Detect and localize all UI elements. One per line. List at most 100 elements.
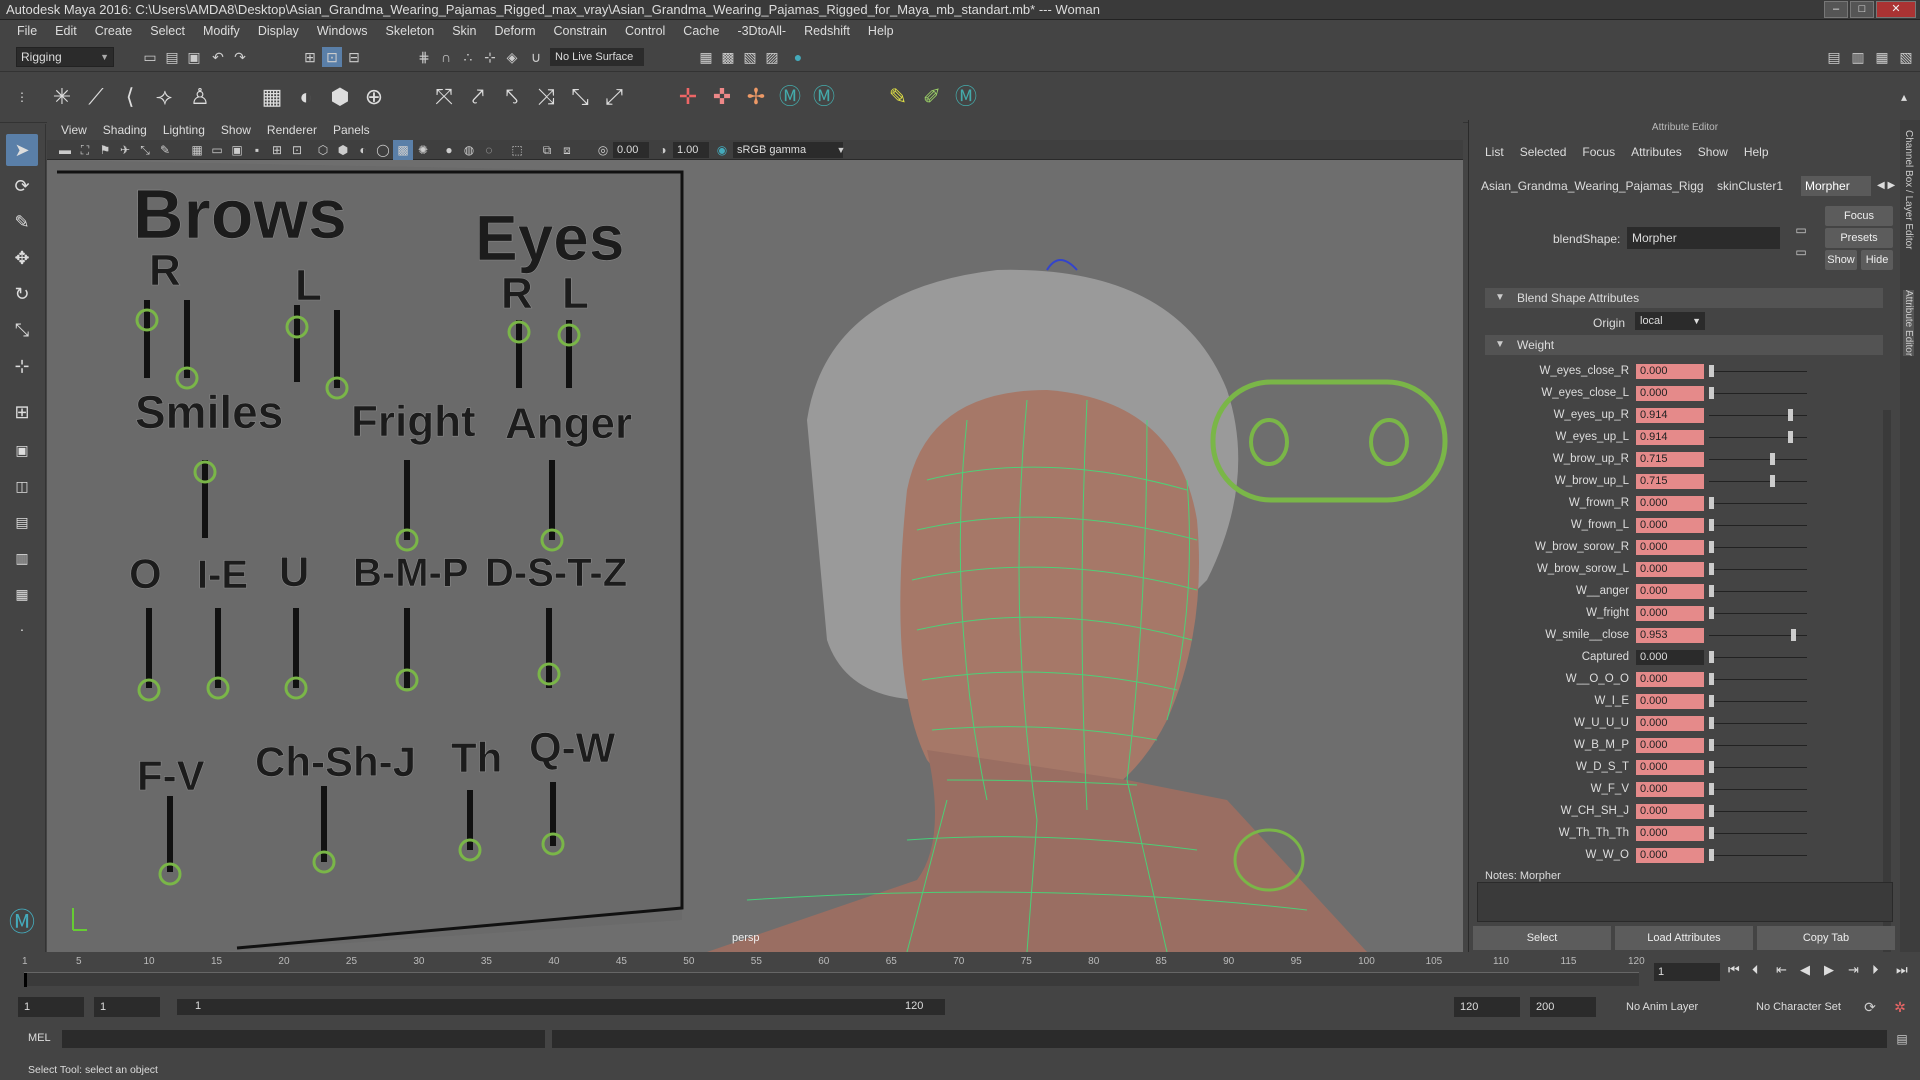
go-to-start-icon[interactable]: ⏮	[1728, 962, 1740, 978]
shadows-icon[interactable]: ●	[439, 140, 459, 160]
close-button[interactable]: ✕	[1876, 1, 1916, 18]
select-tool-icon[interactable]: ➤	[6, 134, 38, 166]
maximize-button[interactable]: □	[1850, 1, 1874, 18]
weight-slider-handle[interactable]	[1787, 431, 1793, 443]
weight-slider-track[interactable]	[1709, 657, 1807, 658]
paint-select-icon[interactable]: ✎	[6, 206, 38, 238]
insert-joint-icon[interactable]: ⟢	[150, 83, 178, 111]
weight-value-field[interactable]: 0.000	[1636, 606, 1704, 621]
notes-field[interactable]	[1477, 882, 1893, 922]
weight-slider-handle[interactable]	[1709, 519, 1714, 531]
weight-slider-track[interactable]	[1709, 701, 1807, 702]
weight-slider-handle[interactable]	[1787, 409, 1793, 421]
select-object-icon[interactable]: ⊡	[322, 47, 342, 67]
smooth-shade-icon[interactable]: ⬢	[333, 140, 353, 160]
menu-windows[interactable]: Windows	[308, 21, 377, 41]
resolution-gate-icon[interactable]: ▣	[227, 140, 247, 160]
current-frame-field[interactable]: 1	[1654, 963, 1720, 981]
weight-slider-track[interactable]	[1709, 767, 1807, 768]
weight-slider-track[interactable]	[1709, 855, 1807, 856]
character-set-select[interactable]: No Character Set	[1750, 997, 1870, 1017]
weight-value-field[interactable]: 0.715	[1636, 474, 1704, 489]
weight-slider-handle[interactable]	[1709, 497, 1714, 509]
weight-slider-handle[interactable]	[1709, 761, 1714, 773]
weight-value-field[interactable]: 0.000	[1636, 364, 1704, 379]
undo-icon[interactable]: ↶	[208, 47, 228, 67]
toggle-tool-settings-icon[interactable]: ▦	[1872, 47, 1892, 67]
grid-icon[interactable]: ▦	[187, 140, 207, 160]
weight-value-field[interactable]: 0.000	[1636, 848, 1704, 863]
weight-value-field[interactable]: 0.000	[1636, 386, 1704, 401]
menu-select[interactable]: Select	[141, 21, 194, 41]
xray-icon[interactable]: ◯	[373, 140, 393, 160]
bookmark-icon[interactable]: ⚑	[95, 140, 115, 160]
weight-value-field[interactable]: 0.000	[1636, 518, 1704, 533]
parent-constraint-icon[interactable]: ✜	[708, 83, 736, 111]
lasso-tool-icon[interactable]: ⟳	[6, 170, 38, 202]
toggle-channel-box-icon[interactable]: ▧	[1896, 47, 1916, 67]
weight-slider-handle[interactable]	[1770, 475, 1776, 487]
layout-graph-icon[interactable]: ▥	[6, 542, 38, 574]
color-management-icon[interactable]: ◉	[712, 140, 732, 160]
auto-key-icon[interactable]: ⟳	[1860, 997, 1880, 1017]
playback-start-field[interactable]: 1	[94, 997, 160, 1017]
weight-slider-track[interactable]	[1709, 569, 1807, 570]
menu-set-selector[interactable]: Rigging	[16, 47, 114, 67]
graph-editor-icon[interactable]: ✐	[918, 83, 946, 111]
section-weight[interactable]: Weight	[1485, 335, 1883, 355]
exposure-field[interactable]: 0.00	[613, 142, 649, 158]
tab-skincluster[interactable]: skinCluster1	[1713, 176, 1787, 196]
weight-slider-handle[interactable]	[1709, 651, 1714, 663]
time-slider-track[interactable]	[24, 972, 1639, 987]
step-back-frame-icon[interactable]: ⏴	[1752, 962, 1759, 978]
image-plane-icon[interactable]: ✈	[115, 140, 135, 160]
weight-value-field[interactable]: 0.000	[1636, 738, 1704, 753]
layout-render-icon[interactable]: ▦	[6, 578, 38, 610]
safe-action-icon[interactable]: ⊡	[287, 140, 307, 160]
weight-value-field[interactable]: 0.000	[1636, 562, 1704, 577]
weight-value-field[interactable]: 0.000	[1636, 540, 1704, 555]
detach-skin-icon[interactable]: ⤨	[532, 83, 560, 111]
ae-menu-show[interactable]: Show	[1690, 143, 1736, 161]
script-editor-icon[interactable]: ▤	[1892, 1029, 1912, 1049]
focus-button[interactable]: Focus	[1825, 206, 1893, 226]
toggle-modeling-toolkit-icon[interactable]: ▤	[1824, 47, 1844, 67]
weight-slider-track[interactable]	[1709, 481, 1807, 482]
two-d-pan-icon[interactable]: ⤡	[135, 140, 155, 160]
hide-button[interactable]: Hide	[1861, 250, 1893, 270]
weight-value-field[interactable]: 0.953	[1636, 628, 1704, 643]
weight-slider-track[interactable]	[1709, 547, 1807, 548]
go-to-end-icon[interactable]: ⏭	[1896, 962, 1908, 978]
tab-grandma-node[interactable]: Asian_Grandma_Wearing_Pajamas_Rigged	[1477, 176, 1703, 196]
ae-menu-attributes[interactable]: Attributes	[1623, 143, 1690, 161]
wrap-icon[interactable]: ⬢	[326, 83, 354, 111]
menu-skin[interactable]: Skin	[443, 21, 485, 41]
isolate-select-icon[interactable]: ⬚	[507, 140, 527, 160]
menu-3dtoall[interactable]: -3DtoAll-	[728, 21, 795, 41]
menu-file[interactable]: File	[8, 21, 46, 41]
ctrl-eye-look-r[interactable]	[1249, 418, 1289, 466]
play-backwards-icon[interactable]: ◀	[1800, 962, 1810, 978]
weight-slider-track[interactable]	[1709, 371, 1807, 372]
weight-slider-handle[interactable]	[1709, 387, 1714, 399]
shelf-options-icon[interactable]: ⋮	[8, 83, 36, 111]
step-back-key-icon[interactable]: ⇤	[1776, 962, 1787, 978]
weight-value-field[interactable]: 0.000	[1636, 584, 1704, 599]
weight-slider-handle[interactable]	[1709, 673, 1714, 685]
step-forward-frame-icon[interactable]: ⏵	[1872, 962, 1879, 978]
snap-grid-icon[interactable]: ⋕	[414, 47, 434, 67]
weight-value-field[interactable]: 0.000	[1636, 694, 1704, 709]
color-space-select[interactable]: sRGB gamma	[733, 142, 843, 158]
textured-icon[interactable]: ▩	[393, 140, 413, 160]
wireframe-on-shaded-icon[interactable]: ◐	[353, 140, 373, 160]
anim-layer-select[interactable]: No Anim Layer	[1620, 997, 1748, 1017]
side-tab-channel-box[interactable]: Channel Box / Layer Editor	[1903, 130, 1914, 250]
ctrl-head-top[interactable]	[1046, 259, 1078, 271]
vp-menu-panels[interactable]: Panels	[325, 123, 378, 137]
field-chart-icon[interactable]: ⊞	[267, 140, 287, 160]
vp-menu-show[interactable]: Show	[213, 123, 259, 137]
copy-weights-icon[interactable]: ⤢	[600, 83, 628, 111]
hypershade-icon[interactable]: ●	[788, 47, 808, 67]
aim-constraint-icon[interactable]: Ⓜ	[810, 83, 838, 111]
command-language-label[interactable]: MEL	[28, 1032, 51, 1044]
